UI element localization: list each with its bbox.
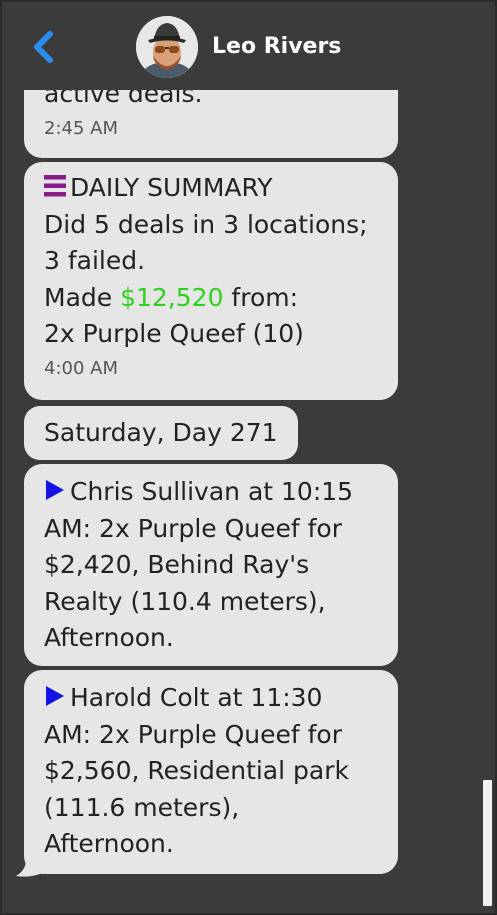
chat-screen: active deals. 2:45 AM DAILY SUMMARY Did … [0, 0, 497, 915]
bubble-tail [16, 860, 40, 877]
summary-line: 2x Purple Queef (10) [44, 319, 304, 348]
deal-line: Chris Sullivan at 10:15 [44, 474, 378, 511]
chat-header: Leo Rivers [2, 2, 495, 90]
message-time: 4:00 AM [44, 357, 118, 379]
contact-name: Leo Rivers [212, 34, 342, 59]
deal-line: $2,420, Behind Ray's [44, 550, 310, 579]
summary-earnings: Made $12,520 from: [44, 280, 378, 317]
deal-line: $2,560, Residential park [44, 756, 349, 785]
deal-text: Chris Sullivan at 10:15 [70, 477, 354, 506]
summary-title-row: DAILY SUMMARY [44, 170, 378, 207]
deal-line: Afternoon. [44, 623, 174, 652]
chevron-left-icon[interactable] [30, 30, 56, 64]
menu-icon [44, 175, 66, 197]
avatar[interactable] [136, 16, 198, 78]
play-icon [46, 686, 64, 706]
earnings-amount: $12,520 [120, 282, 224, 312]
summary-line: Did 5 deals in 3 locations; [44, 209, 368, 239]
scrollbar-thumb[interactable] [483, 780, 492, 906]
deal-line: Realty (110.4 meters), [44, 586, 326, 616]
earnings-prefix: Made [44, 282, 121, 312]
message-time: 2:45 AM [44, 117, 118, 139]
deal-text: Harold Colt at 11:30 [70, 683, 323, 712]
earnings-suffix: from: [223, 282, 299, 312]
message-list[interactable]: active deals. 2:45 AM DAILY SUMMARY Did … [2, 2, 495, 913]
deal-line: (111.6 meters), [44, 792, 240, 822]
deal-bubble: Chris Sullivan at 10:15 AM: 2x Purple Qu… [24, 464, 398, 666]
deal-line: Afternoon. [44, 829, 174, 858]
avatar-image [136, 16, 198, 78]
summary-line: 3 failed. [44, 246, 146, 275]
summary-title: DAILY SUMMARY [70, 173, 273, 202]
deal-bubble: Harold Colt at 11:30 AM: 2x Purple Queef… [24, 670, 398, 874]
date-divider: Saturday, Day 271 [24, 406, 298, 460]
deal-line: Harold Colt at 11:30 [44, 680, 378, 717]
daily-summary-bubble: DAILY SUMMARY Did 5 deals in 3 locations… [24, 162, 398, 400]
deal-line: AM: 2x Purple Queef for [44, 719, 342, 749]
deal-line: AM: 2x Purple Queef for [44, 513, 342, 543]
play-icon [46, 480, 64, 500]
